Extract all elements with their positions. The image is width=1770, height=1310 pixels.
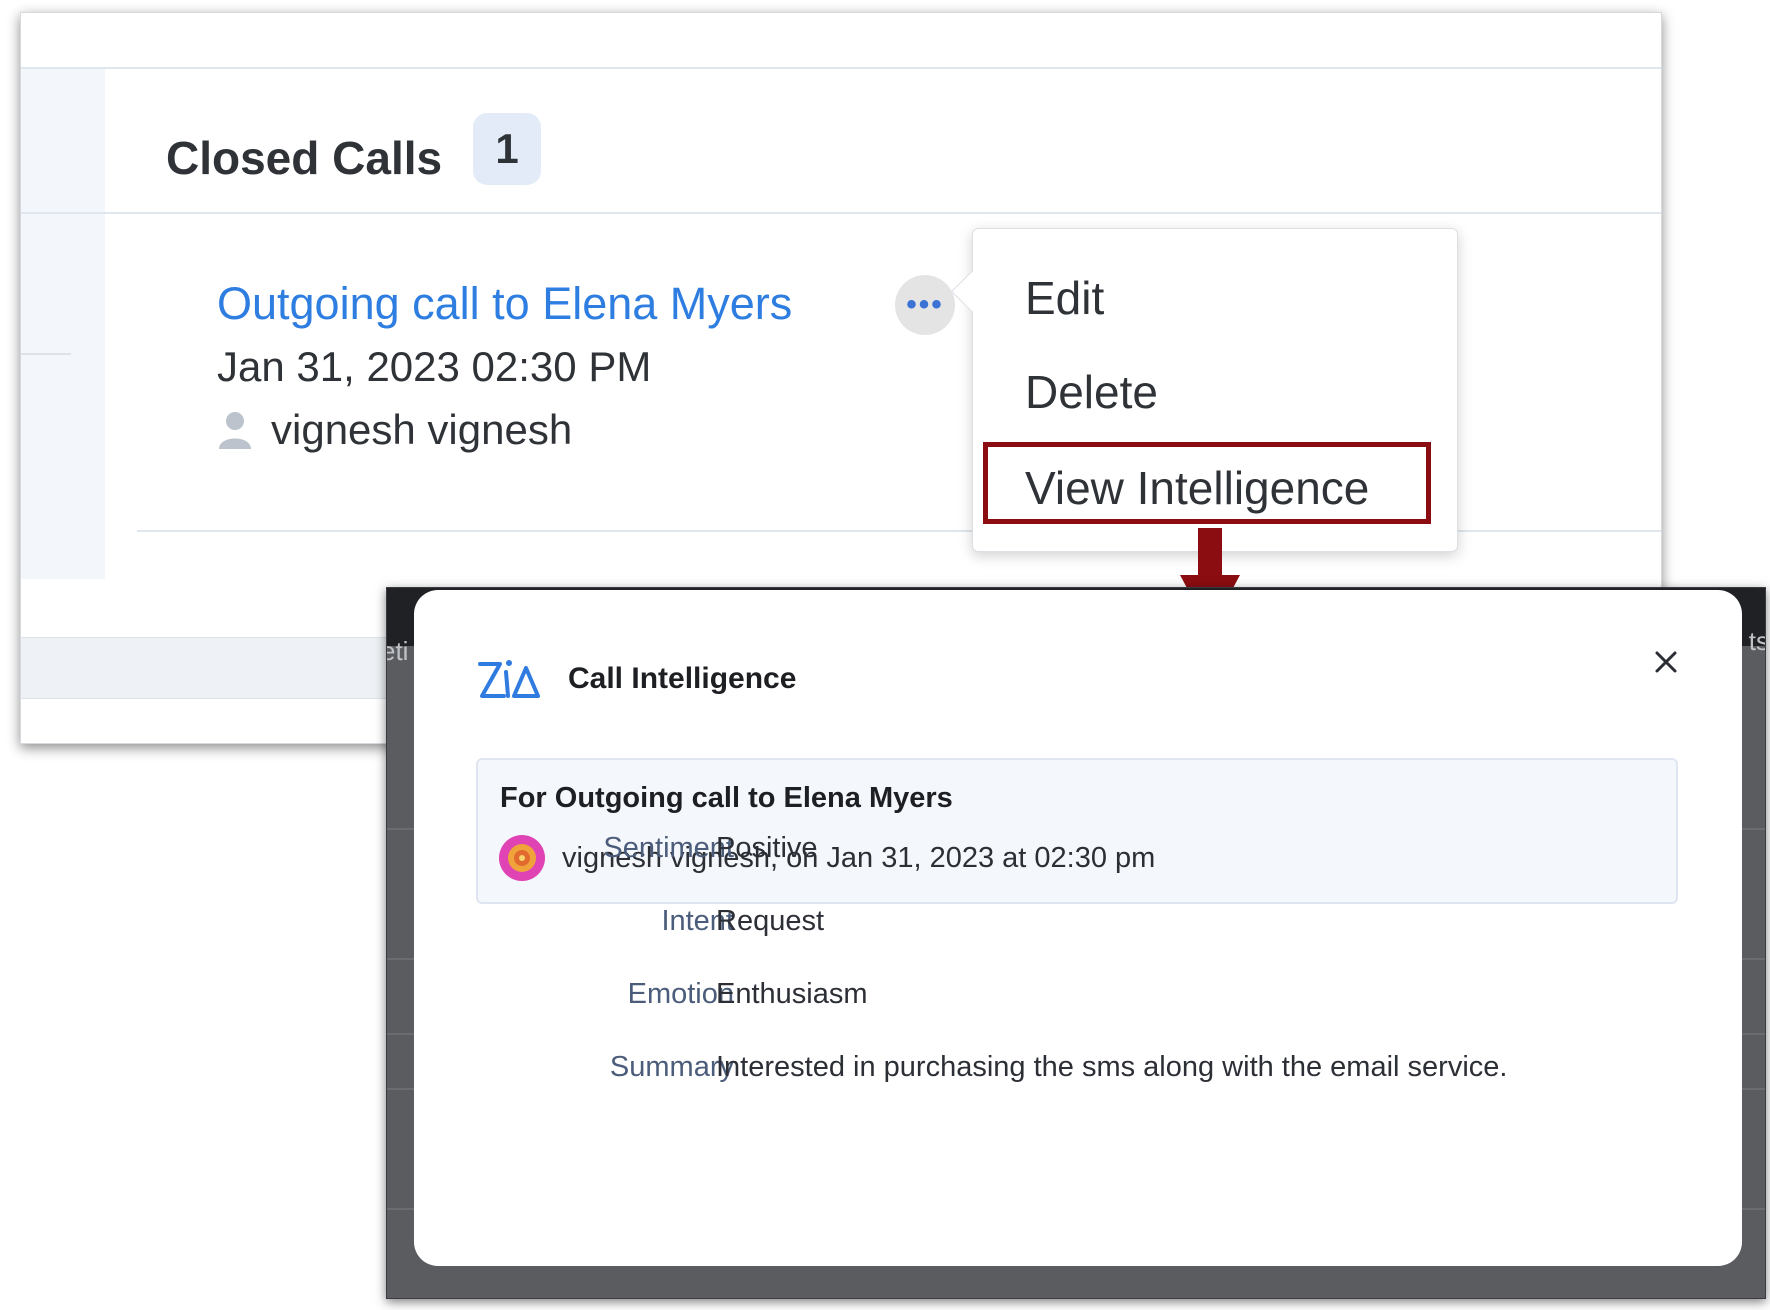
section-title: Closed Calls [166, 132, 443, 184]
menu-item-edit[interactable]: Edit [1025, 271, 1104, 325]
divider [21, 67, 1661, 69]
sentiment-value: Positive [716, 832, 818, 864]
call-datetime: Jan 31, 2023 02:30 PM [217, 343, 652, 390]
close-icon[interactable] [1646, 642, 1686, 682]
more-options-icon[interactable]: ••• [895, 275, 955, 335]
card-title: For Outgoing call to Elena Myers [500, 782, 953, 814]
call-title-link[interactable]: Outgoing call to Elena Myers [217, 278, 792, 330]
zia-logo-icon [478, 660, 540, 698]
backdrop-text-fragment: eti [387, 636, 409, 666]
emotion-value: Enthusiasm [716, 978, 868, 1010]
call-intelligence-dialog: Call Intelligence For Outgoing call to E… [414, 590, 1742, 1266]
backdrop-text-fragment: ts [1748, 626, 1765, 656]
intent-value: Request [716, 905, 825, 937]
sentiment-label: Sentiment [603, 832, 734, 864]
highlight-box [983, 442, 1431, 524]
avatar-icon [499, 835, 545, 881]
dialog-title: Call Intelligence [568, 662, 797, 695]
divider [21, 212, 1661, 214]
call-summary-card: For Outgoing call to Elena Myers vignesh… [476, 758, 1678, 904]
callout-arrow-icon [1198, 528, 1222, 578]
left-sidebar-strip [21, 69, 105, 579]
menu-item-delete[interactable]: Delete [1025, 365, 1158, 419]
summary-value: Interested in purchasing the sms along w… [716, 1051, 1508, 1083]
count-badge: 1 [473, 113, 541, 185]
divider [21, 353, 71, 355]
user-icon [219, 412, 251, 449]
call-owner: vignesh vignesh [271, 406, 573, 453]
